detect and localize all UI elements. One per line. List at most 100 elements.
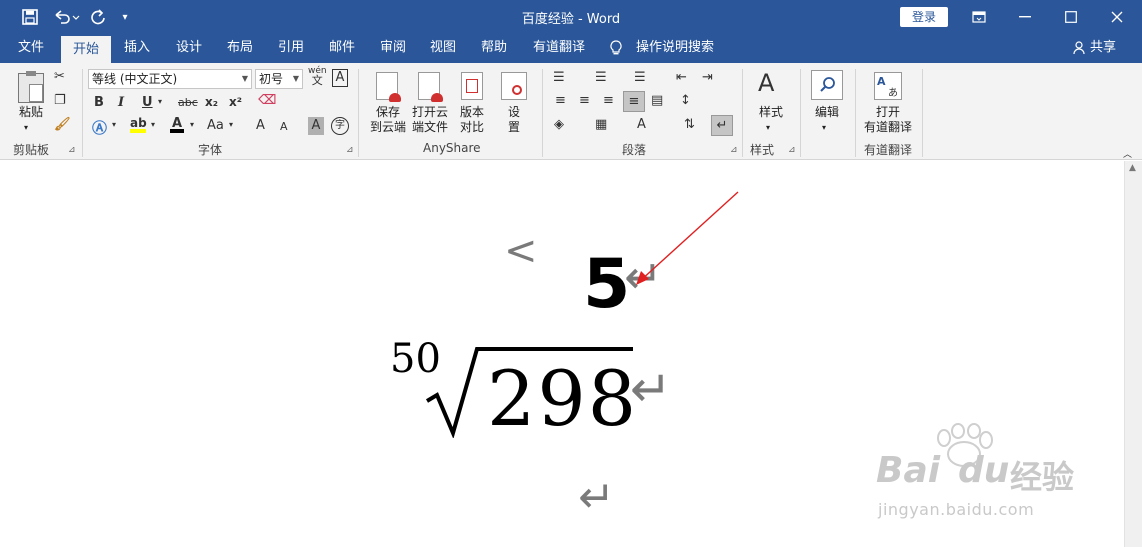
font-launcher-icon[interactable]: ⊿ [346, 145, 354, 155]
cut-icon[interactable]: ✂ [54, 69, 65, 84]
line-spacing-icon[interactable]: ↕ [680, 93, 691, 108]
paragraph-launcher-icon[interactable]: ⊿ [730, 145, 738, 155]
open-cloud-icon[interactable] [418, 72, 443, 102]
font-color-icon[interactable]: A [170, 116, 184, 133]
chinese-layout-icon[interactable]: A [637, 117, 646, 132]
phonetic-guide-icon[interactable]: wén 文 [308, 66, 327, 87]
tab-view[interactable]: 视图 [430, 33, 456, 63]
show-marks-icon[interactable]: ↵ [711, 115, 733, 136]
shrink-font-button[interactable]: A [280, 120, 288, 133]
format-painter-icon[interactable]: 🖌 [54, 117, 71, 132]
tab-references[interactable]: 引用 [278, 33, 304, 63]
change-case-button[interactable]: Aa [207, 118, 224, 133]
settings-gear-icon[interactable] [501, 72, 527, 100]
watermark-brand2: du [958, 450, 1010, 491]
translate-icon[interactable]: A あ [874, 72, 902, 100]
chevron-down-icon[interactable]: ▾ [822, 120, 826, 135]
bullets-icon[interactable]: ☰ [553, 70, 565, 85]
chevron-down-icon[interactable]: ▾ [151, 120, 155, 129]
divider [855, 69, 856, 157]
close-icon[interactable] [1094, 0, 1140, 33]
grow-font-button[interactable]: A [256, 118, 265, 133]
settings-label[interactable]: 设 置 [504, 105, 524, 135]
numbering-icon[interactable]: ☰ [595, 70, 607, 85]
ribbon-display-icon[interactable] [956, 0, 1002, 33]
bold-button[interactable]: B [94, 95, 104, 110]
chevron-down-icon[interactable]: ▾ [190, 120, 194, 129]
chevron-down-icon[interactable]: ▾ [229, 120, 233, 129]
tab-youdao[interactable]: 有道翻译 [533, 33, 585, 63]
styles-label[interactable]: 样式 [756, 105, 786, 120]
shading-icon[interactable]: ◈ [554, 117, 564, 132]
collapse-ribbon-icon[interactable]: ︿ [1123, 147, 1132, 160]
align-left-icon[interactable]: ≡ [555, 93, 566, 108]
watermark-url: jingyan.baidu.com [878, 500, 1035, 519]
share-button[interactable]: 共享 [1073, 33, 1116, 63]
paste-icon[interactable] [18, 71, 44, 103]
highlight-icon[interactable]: ab [130, 116, 147, 133]
search-icon[interactable] [811, 70, 843, 100]
minimize-icon[interactable] [1002, 0, 1048, 33]
copy-icon[interactable]: ❐ [54, 93, 66, 108]
char-border-icon[interactable]: A [332, 69, 348, 87]
tab-mailings[interactable]: 邮件 [329, 33, 355, 63]
scroll-up-icon[interactable]: ▲ [1129, 163, 1136, 173]
text-effects-icon[interactable]: Ⓐ [92, 117, 107, 138]
tab-layout[interactable]: 布局 [227, 33, 253, 63]
tell-me-search[interactable]: 操作说明搜索 [636, 33, 714, 63]
clear-format-icon[interactable]: ⌫ [258, 93, 276, 108]
tab-help[interactable]: 帮助 [481, 33, 507, 63]
paragraph-mark: ↵ [578, 472, 615, 523]
chevron-down-icon[interactable]: ▾ [112, 120, 116, 129]
font-name-dropdown[interactable]: 等线 (中文正文) ▼ [88, 69, 252, 89]
chevron-down-icon: ▼ [292, 74, 299, 83]
sort-icon[interactable]: ⇅ [684, 117, 695, 132]
radicand[interactable]: 298 [487, 354, 638, 443]
open-cloud-label[interactable]: 打开云 端文件 [409, 105, 451, 135]
italic-button[interactable]: I [118, 95, 124, 110]
strikethrough-button[interactable]: abc [178, 96, 198, 109]
youdao-open-label[interactable]: 打开 有道翻译 [858, 105, 918, 135]
align-center-icon[interactable]: ≡ [579, 93, 590, 108]
clipboard-launcher-icon[interactable]: ⊿ [68, 145, 76, 155]
paste-dropdown-icon[interactable]: ▾ [24, 120, 28, 135]
enclose-char-button[interactable]: 字 [331, 117, 349, 135]
lightbulb-icon[interactable] [610, 33, 622, 63]
styles-icon[interactable]: A [758, 69, 774, 97]
tab-insert[interactable]: 插入 [124, 33, 150, 63]
maximize-icon[interactable] [1048, 0, 1094, 33]
distributed-icon[interactable]: ▤ [651, 93, 663, 108]
tab-home[interactable]: 开始 [61, 36, 112, 63]
increase-indent-icon[interactable]: ⇥ [702, 70, 713, 85]
indent-arrow-mark: < [504, 228, 538, 274]
chevron-down-icon[interactable]: ▾ [766, 120, 770, 135]
align-right-icon[interactable]: ≡ [603, 93, 614, 108]
version-compare-label[interactable]: 版本 对比 [456, 105, 488, 135]
paste-label[interactable]: 粘贴 [17, 105, 45, 120]
divider [542, 69, 543, 157]
decrease-indent-icon[interactable]: ⇤ [676, 70, 687, 85]
justify-icon[interactable]: ≡ [623, 91, 645, 112]
save-cloud-label[interactable]: 保存 到云端 [368, 105, 408, 135]
editing-label[interactable]: 编辑 [810, 105, 844, 120]
save-cloud-icon[interactable] [376, 72, 401, 102]
tab-review[interactable]: 审阅 [380, 33, 406, 63]
superscript-button[interactable]: x² [229, 95, 242, 109]
tab-file[interactable]: 文件 [18, 33, 44, 63]
char-shading-button[interactable]: A [308, 117, 324, 135]
anyshare-group-label: AnyShare [423, 141, 481, 155]
chevron-down-icon[interactable]: ▾ [158, 97, 162, 106]
styles-launcher-icon[interactable]: ⊿ [788, 145, 796, 155]
subscript-button[interactable]: x₂ [205, 95, 218, 109]
title-bar: ▾ 百度经验 - Word 登录 [0, 0, 1142, 33]
font-size-dropdown[interactable]: 初号 ▼ [255, 69, 303, 89]
vertical-scrollbar[interactable]: ▲ [1124, 161, 1142, 547]
login-button[interactable]: 登录 [900, 7, 948, 27]
multilevel-list-icon[interactable]: ☰ [634, 70, 646, 85]
borders-icon[interactable]: ▦ [595, 117, 607, 132]
tab-design[interactable]: 设计 [176, 33, 202, 63]
divider [82, 69, 83, 157]
version-compare-icon[interactable] [461, 72, 483, 100]
underline-button[interactable]: U [142, 95, 153, 110]
divider [800, 69, 801, 157]
